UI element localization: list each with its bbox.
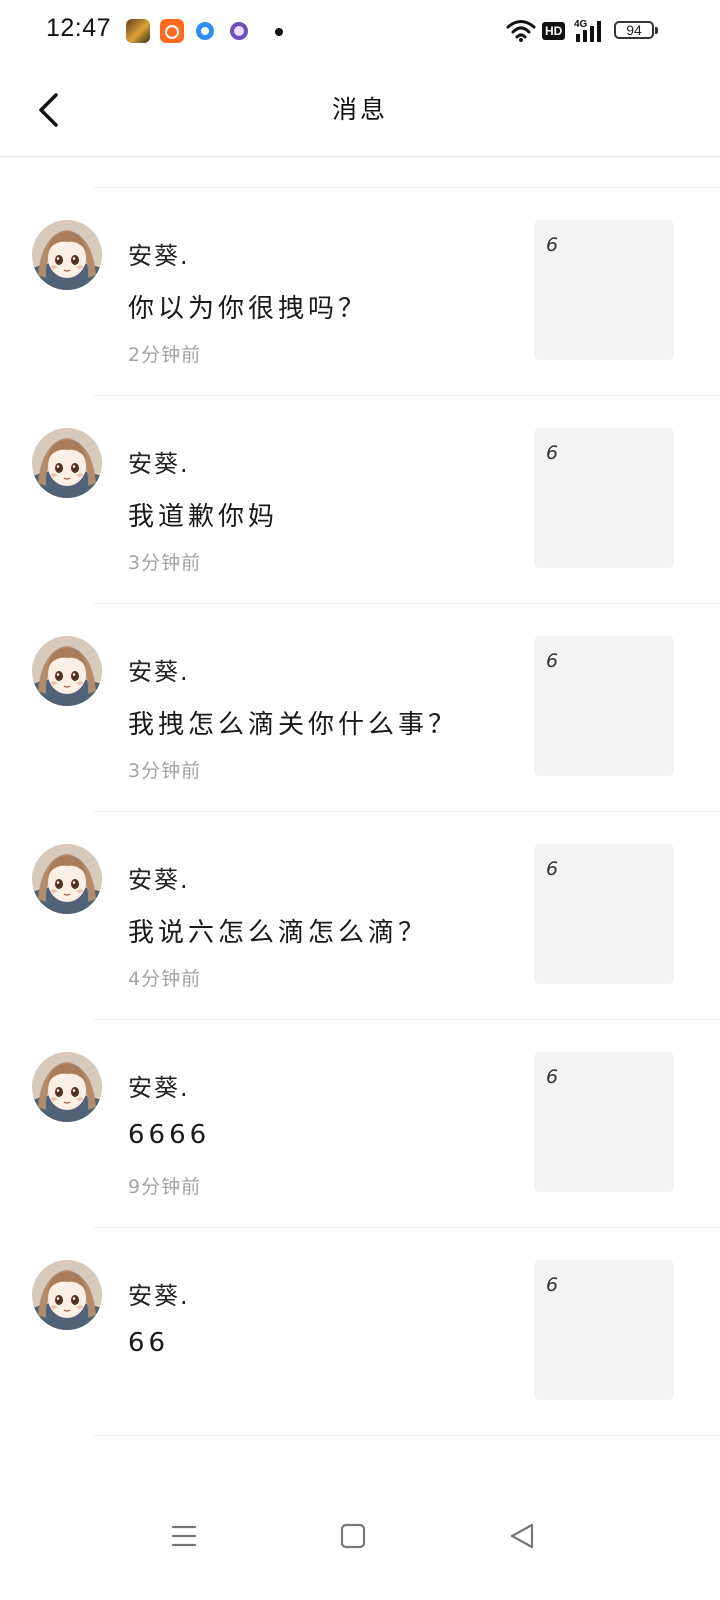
avatar[interactable] — [32, 1052, 102, 1122]
message-text: 你以为你很拽吗？ — [128, 294, 369, 324]
post-thumbnail[interactable]: 6 — [534, 1052, 674, 1192]
message-item[interactable]: 安葵. 66 6 — [32, 1228, 720, 1436]
battery-level: 94 — [626, 22, 642, 38]
message-time: 3分钟前 — [128, 552, 202, 574]
thumbnail-text: 6 — [546, 1274, 559, 1296]
thumbnail-text: 6 — [546, 234, 559, 256]
status-bar: 12:47 HD 4G 94 — [0, 0, 720, 64]
menu-icon — [171, 1525, 197, 1547]
chevron-left-icon — [39, 93, 58, 127]
hd-badge: HD — [542, 22, 566, 40]
message-time: 4分钟前 — [128, 968, 202, 990]
thumbnail-text: 6 — [546, 858, 559, 880]
message-item[interactable]: 安葵. 你以为你很拽吗？ 2分钟前 6 — [32, 188, 720, 396]
notification-dot-icon — [275, 28, 283, 36]
home-button[interactable] — [325, 1508, 381, 1564]
avatar[interactable] — [32, 428, 102, 498]
thumbnail-text: 6 — [546, 442, 559, 464]
anime-girl-avatar-icon — [32, 1052, 102, 1122]
post-thumbnail[interactable]: 6 — [534, 844, 674, 984]
message-text: 我说六怎么滴怎么滴？ — [128, 918, 429, 948]
message-time: 2分钟前 — [128, 157, 201, 159]
avatar[interactable] — [32, 844, 102, 914]
message-text: 我拽怎么滴关你什么事？ — [128, 710, 459, 740]
back-button[interactable] — [26, 86, 70, 134]
game-app-icon — [126, 19, 150, 43]
username: 安葵. — [128, 866, 190, 894]
message-item[interactable]: 安葵. 我说六怎么滴怎么滴？ 4分钟前 6 — [32, 812, 720, 1020]
username: 安葵. — [128, 450, 190, 478]
message-text: 我道歉你妈 — [128, 502, 279, 532]
anime-girl-avatar-icon — [32, 428, 102, 498]
message-time: 9分钟前 — [128, 1176, 202, 1198]
network-type-label: 4G — [574, 19, 588, 30]
avatar[interactable] — [32, 220, 102, 290]
anime-girl-avatar-icon — [32, 220, 102, 290]
message-item[interactable]: 安葵. 我道歉你妈 3分钟前 6 — [32, 396, 720, 604]
blue-app-icon — [196, 22, 214, 40]
back-triangle-icon — [510, 1523, 534, 1549]
message-text: 66 — [128, 1328, 170, 1358]
thumbnail-text: 6 — [546, 650, 559, 672]
kuaishou-app-icon — [160, 19, 184, 43]
post-thumbnail[interactable]: 6 — [534, 428, 674, 568]
message-item[interactable]: 安葵. 我张嘴又没有长在你嘴上 2分钟前 6 — [94, 157, 720, 188]
message-time: 2分钟前 — [128, 344, 202, 366]
purple-app-icon — [230, 22, 248, 40]
post-thumbnail[interactable]: 6 — [534, 220, 674, 360]
anime-girl-avatar-icon — [32, 636, 102, 706]
status-time: 12:47 — [46, 14, 112, 42]
menu-button[interactable] — [156, 1508, 212, 1564]
post-thumbnail[interactable]: 6 — [534, 636, 674, 776]
message-text: 6666 — [128, 1120, 211, 1150]
app-header: 消息 — [0, 64, 720, 157]
username: 安葵. — [128, 1074, 190, 1102]
system-nav-bar — [0, 1482, 720, 1600]
message-item[interactable]: 安葵. 6666 9分钟前 6 — [32, 1020, 720, 1228]
wifi-icon — [506, 20, 536, 42]
battery-icon: 94 — [614, 21, 658, 39]
anime-girl-avatar-icon — [32, 844, 102, 914]
post-thumbnail[interactable]: 6 — [534, 1260, 674, 1400]
message-list-viewport[interactable]: 安葵. 我张嘴又没有长在你嘴上 2分钟前 6 安葵. 你以 — [0, 157, 720, 1482]
home-square-icon — [340, 1523, 366, 1549]
avatar[interactable] — [32, 636, 102, 706]
thumbnail-text: 6 — [546, 1066, 559, 1088]
anime-girl-avatar-icon — [32, 1260, 102, 1330]
avatar[interactable] — [32, 1260, 102, 1330]
username: 安葵. — [128, 658, 190, 686]
username: 安葵. — [128, 242, 190, 270]
page-title: 消息 — [331, 95, 388, 124]
message-item[interactable]: 安葵. 我拽怎么滴关你什么事？ 3分钟前 6 — [32, 604, 720, 812]
system-back-button[interactable] — [494, 1508, 550, 1564]
signal-icon: 4G — [574, 19, 601, 42]
username: 安葵. — [128, 1282, 190, 1310]
message-list: 安葵. 我张嘴又没有长在你嘴上 2分钟前 6 安葵. 你以 — [0, 157, 720, 1436]
message-time: 3分钟前 — [128, 760, 202, 782]
